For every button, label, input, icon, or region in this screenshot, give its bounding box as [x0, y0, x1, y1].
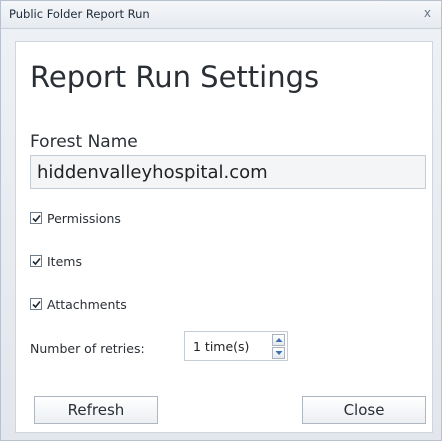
retries-value[interactable]: 1 time(s): [193, 339, 249, 354]
stepper-up-button[interactable]: [272, 334, 285, 346]
page-title: Report Run Settings: [30, 60, 320, 94]
retries-stepper[interactable]: 1 time(s): [184, 331, 288, 361]
checkmark-icon: [32, 214, 41, 223]
stepper-down-button[interactable]: [272, 347, 285, 359]
title-bar[interactable]: Public Folder Report Run x: [1, 1, 441, 29]
checkmark-icon: [32, 300, 41, 309]
retries-label: Number of retries:: [30, 341, 145, 356]
attachments-label: Attachments: [47, 296, 127, 312]
permissions-label: Permissions: [47, 210, 121, 226]
forest-name-input[interactable]: [30, 155, 426, 189]
close-button[interactable]: Close: [302, 396, 426, 424]
triangle-down-icon: [275, 351, 283, 355]
attachments-checkbox[interactable]: [30, 298, 42, 310]
forest-name-label: Forest Name: [30, 132, 138, 152]
items-checkbox[interactable]: [30, 255, 42, 267]
items-label: Items: [47, 253, 82, 269]
triangle-up-icon: [275, 338, 283, 342]
attachments-checkbox-row[interactable]: Attachments: [30, 295, 127, 313]
close-icon[interactable]: x: [424, 6, 431, 20]
dialog-window: Public Folder Report Run x Report Run Se…: [0, 0, 442, 441]
checkmark-icon: [32, 257, 41, 266]
permissions-checkbox-row[interactable]: Permissions: [30, 209, 121, 227]
permissions-checkbox[interactable]: [30, 212, 42, 224]
window-title: Public Folder Report Run: [9, 7, 150, 21]
settings-panel: Report Run Settings Forest Name Permissi…: [15, 41, 433, 433]
refresh-button[interactable]: Refresh: [34, 396, 158, 424]
items-checkbox-row[interactable]: Items: [30, 252, 82, 270]
